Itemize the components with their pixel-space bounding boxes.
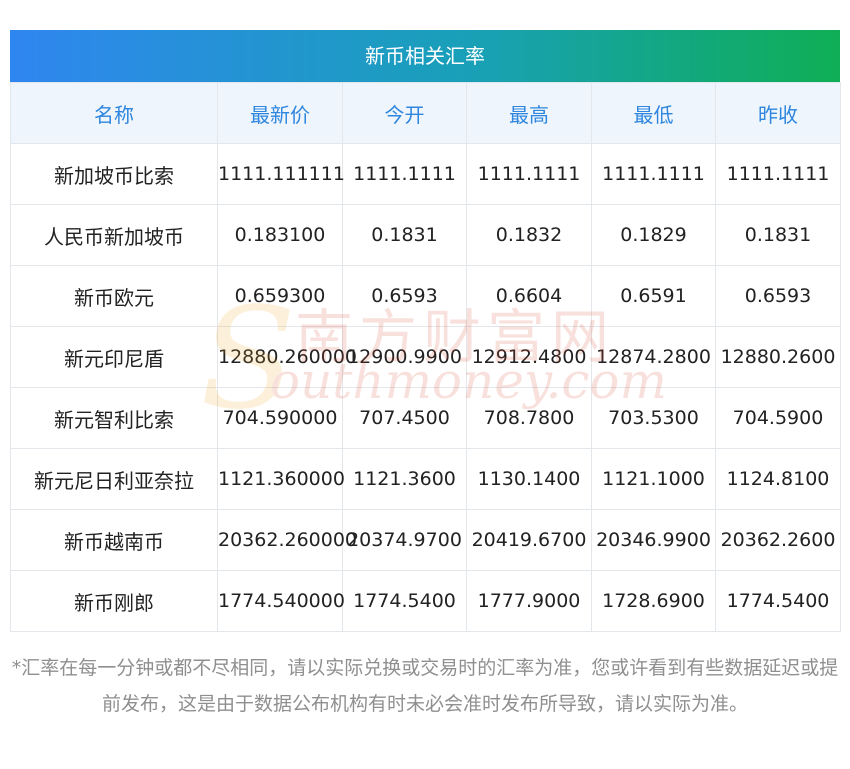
- column-header-prev-close: 昨收: [715, 82, 841, 144]
- low-price: 12874.2800: [591, 326, 716, 388]
- latest-price: 1111.111111: [217, 143, 345, 205]
- prev-close-price: 704.5900: [715, 387, 841, 449]
- low-price: 0.1829: [591, 204, 716, 266]
- column-header-open: 今开: [342, 82, 467, 144]
- high-price: 1111.1111: [466, 143, 592, 205]
- currency-pair-link[interactable]: 新币越南币: [10, 509, 218, 571]
- high-price: 20419.6700: [466, 509, 592, 571]
- table-row[interactable]: 人民币新加坡币 0.183100 0.1831 0.1832 0.1829 0.…: [10, 204, 841, 266]
- latest-price: 20362.260000: [217, 509, 357, 571]
- latest-price: 12880.260000: [217, 326, 357, 388]
- low-price: 1728.6900: [591, 570, 716, 632]
- open-price: 1774.5400: [342, 570, 467, 632]
- currency-pair-link[interactable]: 新元智利比索: [10, 387, 218, 449]
- table-row[interactable]: 新元印尼盾 12880.260000 12900.9900 12912.4800…: [10, 326, 841, 388]
- low-price: 0.6591: [591, 265, 716, 327]
- low-price: 1121.1000: [591, 448, 716, 510]
- table-row[interactable]: 新元智利比索 704.590000 707.4500 708.7800 703.…: [10, 387, 841, 449]
- table-row[interactable]: 新币越南币 20362.260000 20374.9700 20419.6700…: [10, 509, 841, 571]
- table-row[interactable]: 新币刚郎 1774.540000 1774.5400 1777.9000 172…: [10, 570, 841, 632]
- table-title: 新币相关汇率: [10, 30, 840, 82]
- high-price: 0.6604: [466, 265, 592, 327]
- currency-pair-link[interactable]: 新元尼日利亚奈拉: [10, 448, 218, 510]
- column-header-latest: 最新价: [217, 82, 343, 144]
- prev-close-price: 12880.2600: [715, 326, 841, 388]
- table-row[interactable]: 新币欧元 0.659300 0.6593 0.6604 0.6591 0.659…: [10, 265, 841, 327]
- prev-close-price: 1111.1111: [715, 143, 841, 205]
- exchange-rate-table: 名称 最新价 今开 最高 最低 昨收 新加坡币比索 1111.111111 11…: [10, 82, 841, 632]
- low-price: 703.5300: [591, 387, 716, 449]
- open-price: 20374.9700: [342, 509, 467, 571]
- high-price: 0.1832: [466, 204, 592, 266]
- open-price: 1121.3600: [342, 448, 467, 510]
- prev-close-price: 1774.5400: [715, 570, 841, 632]
- column-header-name: 名称: [10, 82, 218, 144]
- prev-close-price: 20362.2600: [715, 509, 841, 571]
- latest-price: 0.659300: [217, 265, 343, 327]
- currency-pair-link[interactable]: 新币欧元: [10, 265, 218, 327]
- rate-table-card: 新币相关汇率 名称 最新价 今开 最高 最低 昨收 新加坡币比索 1111.11…: [10, 30, 841, 632]
- open-price: 0.1831: [342, 204, 467, 266]
- latest-price: 1774.540000: [217, 570, 345, 632]
- prev-close-price: 0.1831: [715, 204, 841, 266]
- open-price: 707.4500: [342, 387, 467, 449]
- currency-pair-link[interactable]: 人民币新加坡币: [10, 204, 218, 266]
- prev-close-price: 1124.8100: [715, 448, 841, 510]
- latest-price: 704.590000: [217, 387, 343, 449]
- latest-price: 0.183100: [217, 204, 343, 266]
- high-price: 1130.1400: [466, 448, 592, 510]
- high-price: 1777.9000: [466, 570, 592, 632]
- table-row[interactable]: 新元尼日利亚奈拉 1121.360000 1121.3600 1130.1400…: [10, 448, 841, 510]
- prev-close-price: 0.6593: [715, 265, 841, 327]
- currency-pair-link[interactable]: 新加坡币比索: [10, 143, 218, 205]
- currency-pair-link[interactable]: 新元印尼盾: [10, 326, 218, 388]
- latest-price: 1121.360000: [217, 448, 345, 510]
- table-header-row: 名称 最新价 今开 最高 最低 昨收: [10, 82, 841, 144]
- low-price: 1111.1111: [591, 143, 716, 205]
- open-price: 12900.9900: [342, 326, 467, 388]
- high-price: 708.7800: [466, 387, 592, 449]
- disclaimer-note: *汇率在每一分钟或都不尽相同，请以实际兑换或交易时的汇率为准，您或许看到有些数据…: [11, 657, 839, 715]
- high-price: 12912.4800: [466, 326, 592, 388]
- open-price: 0.6593: [342, 265, 467, 327]
- open-price: 1111.1111: [342, 143, 467, 205]
- table-row[interactable]: 新加坡币比索 1111.111111 1111.1111 1111.1111 1…: [10, 143, 841, 205]
- currency-pair-link[interactable]: 新币刚郎: [10, 570, 218, 632]
- column-header-high: 最高: [466, 82, 592, 144]
- column-header-low: 最低: [591, 82, 716, 144]
- low-price: 20346.9900: [591, 509, 716, 571]
